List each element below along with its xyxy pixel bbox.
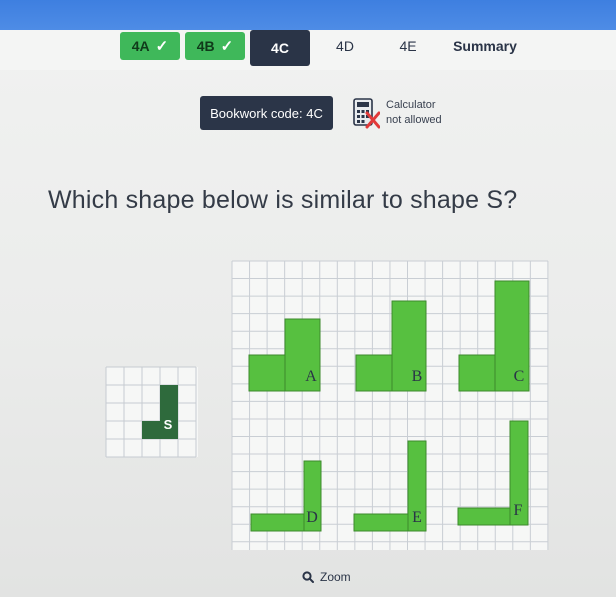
zoom-button[interactable]: Zoom: [302, 570, 351, 584]
calculator-crossed-icon: [353, 98, 380, 129]
bookwork-code-badge: Bookwork code: 4C: [200, 96, 333, 130]
calculator-status: Calculator not allowed: [386, 98, 442, 128]
tab-4d-label: 4D: [336, 38, 354, 54]
shape-f-label: F: [514, 502, 523, 519]
tab-4a[interactable]: 4A ✓: [120, 32, 180, 60]
calculator-note: not allowed: [386, 114, 442, 126]
shape-b-label: B: [412, 368, 423, 385]
shape-s-foot: [142, 421, 160, 439]
zoom-label: Zoom: [320, 570, 351, 584]
magnifier-icon: [302, 571, 314, 583]
tab-4c[interactable]: 4C: [250, 30, 310, 66]
tab-4d[interactable]: 4D: [315, 32, 375, 60]
shape-a-label: A: [305, 368, 317, 385]
shape-c-label: C: [514, 368, 525, 385]
shape-s-label: S: [164, 417, 173, 432]
tab-4b-label: 4B: [196, 38, 215, 54]
options-grid: A B C D E F: [231, 260, 549, 550]
check-icon: ✓: [155, 38, 169, 55]
calculator-title: Calculator: [386, 99, 436, 111]
shape-e-label: E: [412, 509, 422, 526]
tab-4c-label: 4C: [271, 40, 289, 56]
top-bar: [0, 0, 616, 32]
tab-summary[interactable]: Summary: [445, 32, 525, 60]
tab-4e-label: 4E: [399, 38, 417, 54]
check-icon: ✓: [220, 38, 234, 55]
bookwork-code-label: Bookwork code: 4C: [210, 105, 323, 121]
tab-4a-label: 4A: [131, 38, 150, 54]
question-text: Which shape below is similar to shape S?: [48, 186, 518, 214]
tab-4b[interactable]: 4B ✓: [185, 32, 245, 60]
tab-4e[interactable]: 4E: [378, 32, 438, 60]
shape-s-grid: S: [105, 366, 198, 458]
tab-summary-label: Summary: [453, 38, 517, 54]
shape-d-label: D: [306, 509, 318, 526]
